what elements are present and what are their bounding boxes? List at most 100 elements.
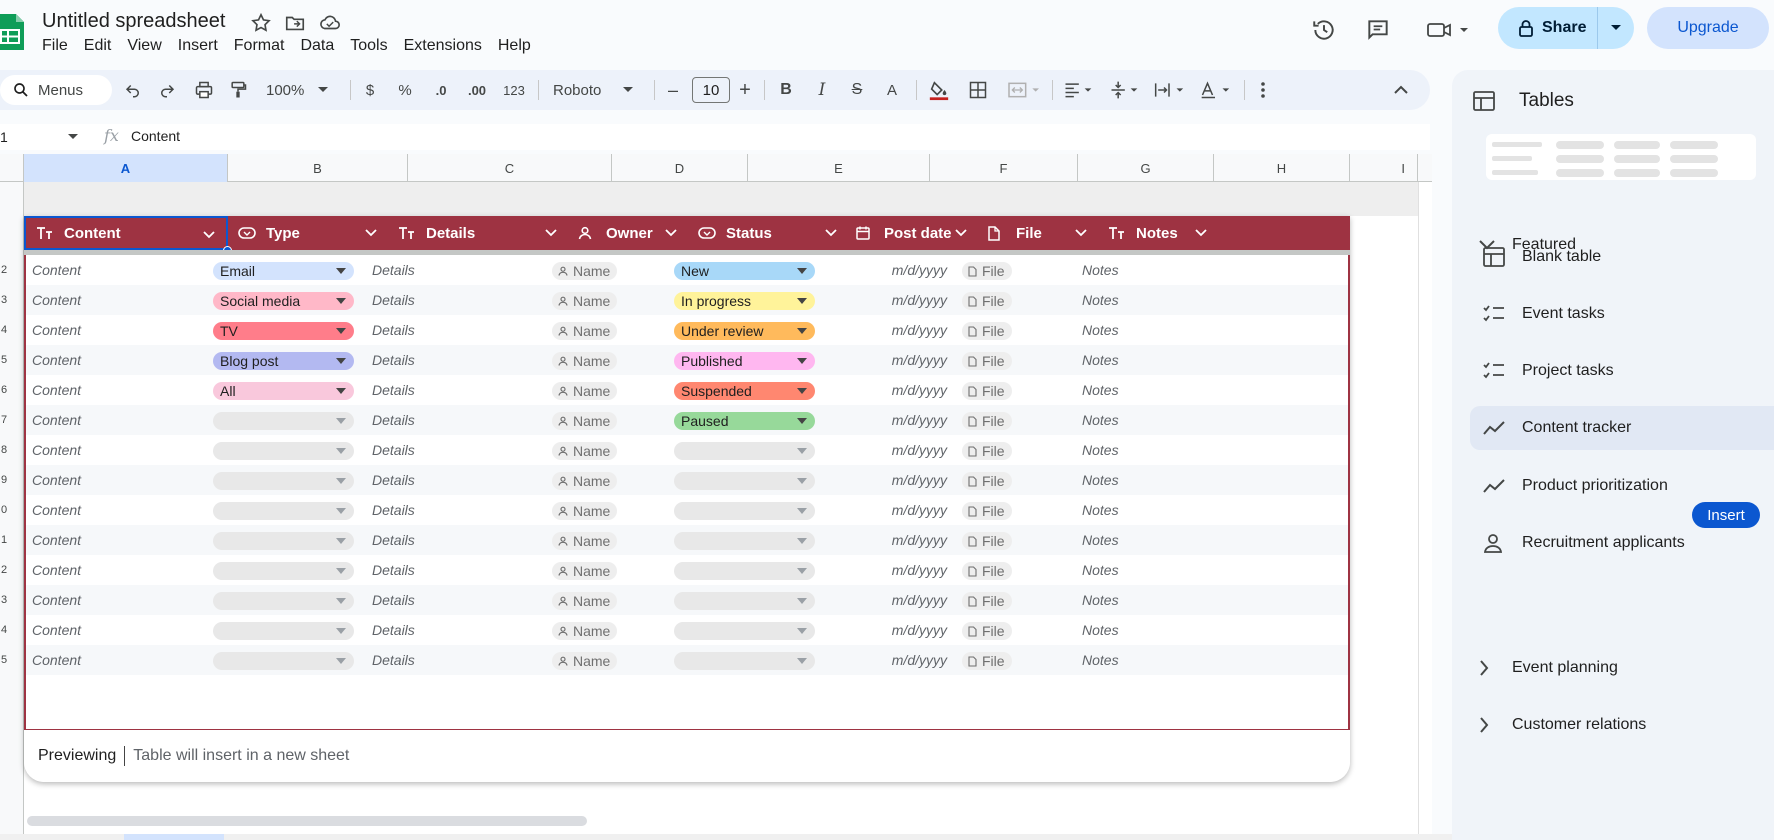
table-row[interactable]: Content Details Name m/d/yyyy File Notes	[26, 495, 1348, 525]
owner-chip[interactable]: Name	[552, 412, 618, 430]
increase-decimal-button[interactable]: .00	[464, 78, 490, 102]
post-date-cell[interactable]: m/d/yyyy	[832, 562, 947, 578]
post-date-cell[interactable]: m/d/yyyy	[832, 472, 947, 488]
post-date-cell[interactable]: m/d/yyyy	[832, 532, 947, 548]
table-row[interactable]: Content Social media Details Name In progres…	[26, 285, 1348, 315]
details-cell[interactable]: Details	[372, 442, 415, 458]
document-title[interactable]: Untitled spreadsheet	[42, 10, 225, 33]
insert-button[interactable]: Insert	[1692, 502, 1760, 528]
row-number[interactable]: 4	[0, 315, 24, 345]
bold-button[interactable]: B	[776, 78, 796, 102]
share-dropdown[interactable]	[1598, 7, 1634, 49]
menu-edit[interactable]: Edit	[84, 37, 120, 55]
file-chip[interactable]: File	[962, 502, 1012, 520]
content-cell[interactable]: Content	[32, 292, 81, 308]
table-row[interactable]: Content Details Name m/d/yyyy File Notes	[26, 585, 1348, 615]
owner-chip[interactable]: Name	[552, 622, 618, 640]
file-chip[interactable]: File	[962, 352, 1012, 370]
notes-cell[interactable]: Notes	[1082, 472, 1119, 488]
notes-cell[interactable]: Notes	[1082, 622, 1119, 638]
type-chip-empty[interactable]	[213, 562, 354, 580]
file-chip[interactable]: File	[962, 532, 1012, 550]
details-cell[interactable]: Details	[372, 562, 415, 578]
row-number[interactable]: 3	[0, 585, 24, 615]
name-box[interactable]: 1	[0, 124, 84, 150]
spreadsheet-grid[interactable]: A B C D E F G H I 23456789012345 Content…	[0, 154, 1432, 834]
status-chip[interactable]: Suspended	[674, 382, 815, 400]
table-row[interactable]: Content All Details Name Suspended m/d/yyyy Fi…	[26, 375, 1348, 405]
column-header-h[interactable]: H	[1214, 154, 1350, 182]
print-icon[interactable]	[192, 78, 216, 102]
sheets-logo-icon[interactable]	[0, 14, 24, 50]
menu-view[interactable]: View	[127, 37, 169, 55]
row-number[interactable]: 8	[0, 435, 24, 465]
owner-chip[interactable]: Name	[552, 562, 618, 580]
text-wrapping-icon[interactable]	[1150, 78, 1188, 102]
file-chip[interactable]: File	[962, 382, 1012, 400]
menu-format[interactable]: Format	[234, 37, 293, 55]
select-all-corner[interactable]	[0, 154, 24, 182]
owner-chip[interactable]: Name	[552, 532, 618, 550]
notes-cell[interactable]: Notes	[1082, 322, 1119, 338]
file-chip[interactable]: File	[962, 472, 1012, 490]
header-status[interactable]: Status	[688, 216, 848, 250]
column-header-b[interactable]: B	[228, 154, 408, 182]
table-row[interactable]: Content Email Details Name New m/d/yyyy File No…	[26, 255, 1348, 285]
post-date-cell[interactable]: m/d/yyyy	[832, 652, 947, 668]
status-chip-empty[interactable]	[674, 622, 815, 640]
formula-input[interactable]: Content	[131, 128, 180, 144]
row-number[interactable]: 0	[0, 495, 24, 525]
font-size-input[interactable]: 10	[692, 77, 730, 103]
row-number[interactable]: 2	[0, 555, 24, 585]
column-header-g[interactable]: G	[1078, 154, 1214, 182]
chevron-down-icon[interactable]	[664, 225, 678, 239]
file-chip[interactable]: File	[962, 262, 1012, 280]
column-header-e[interactable]: E	[748, 154, 930, 182]
type-chip-empty[interactable]	[213, 532, 354, 550]
post-date-cell[interactable]: m/d/yyyy	[832, 502, 947, 518]
type-chip[interactable]: All	[213, 382, 354, 400]
status-chip[interactable]: Under review	[674, 322, 815, 340]
table-row[interactable]: Content Details Name Paused m/d/yyyy File Note…	[26, 405, 1348, 435]
text-rotation-icon[interactable]	[1196, 78, 1234, 102]
share-button[interactable]: Share	[1498, 7, 1634, 49]
details-cell[interactable]: Details	[372, 652, 415, 668]
file-chip[interactable]: File	[962, 592, 1012, 610]
status-chip-empty[interactable]	[674, 592, 815, 610]
type-chip-empty[interactable]	[213, 652, 354, 670]
owner-chip[interactable]: Name	[552, 292, 618, 310]
notes-cell[interactable]: Notes	[1082, 442, 1119, 458]
file-chip[interactable]: File	[962, 652, 1012, 670]
currency-format-button[interactable]: $	[362, 78, 378, 102]
owner-chip[interactable]: Name	[552, 352, 618, 370]
owner-chip[interactable]: Name	[552, 592, 618, 610]
details-cell[interactable]: Details	[372, 622, 415, 638]
column-header-a[interactable]: A	[24, 154, 228, 182]
owner-chip[interactable]: Name	[552, 472, 618, 490]
content-cell[interactable]: Content	[32, 352, 81, 368]
borders-icon[interactable]	[966, 78, 990, 102]
decrease-font-size-button[interactable]: –	[666, 78, 680, 102]
file-chip[interactable]: File	[962, 292, 1012, 310]
row-number[interactable]: 1	[0, 525, 24, 555]
column-header-c[interactable]: C	[408, 154, 612, 182]
details-cell[interactable]: Details	[372, 592, 415, 608]
menu-extensions[interactable]: Extensions	[404, 37, 490, 55]
chevron-down-icon[interactable]	[544, 225, 558, 239]
notes-cell[interactable]: Notes	[1082, 562, 1119, 578]
row-number[interactable]: 3	[0, 285, 24, 315]
status-chip-empty[interactable]	[674, 442, 815, 460]
column-header-f[interactable]: F	[930, 154, 1078, 182]
content-cell[interactable]: Content	[32, 382, 81, 398]
table-row[interactable]: Content Details Name m/d/yyyy File Notes	[26, 615, 1348, 645]
header-notes[interactable]: Notes	[1098, 216, 1218, 250]
content-cell[interactable]: Content	[32, 592, 81, 608]
content-cell[interactable]: Content	[32, 472, 81, 488]
type-chip-empty[interactable]	[213, 622, 354, 640]
status-chip[interactable]: Paused	[674, 412, 815, 430]
table-row[interactable]: Content Blog post Details Name Published m/d/…	[26, 345, 1348, 375]
vertical-scrollbar[interactable]	[1418, 182, 1432, 834]
notes-cell[interactable]: Notes	[1082, 352, 1119, 368]
header-content[interactable]: Content	[24, 216, 228, 250]
redo-icon[interactable]	[156, 78, 178, 102]
